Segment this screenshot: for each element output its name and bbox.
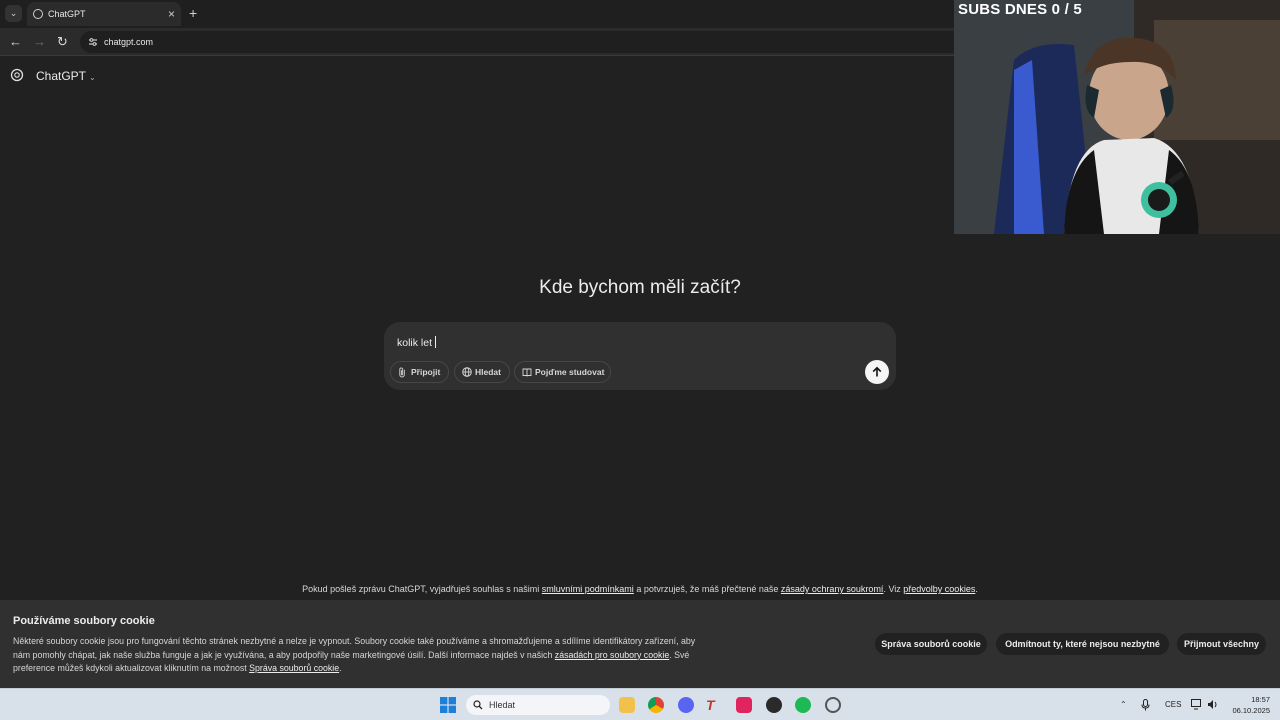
manage-cookies-button[interactable]: Správa souborů cookie (875, 633, 987, 655)
chevron-down-icon: ⌄ (89, 73, 96, 82)
tiktok-icon[interactable] (736, 697, 752, 713)
microphone-icon[interactable] (1141, 699, 1150, 711)
file-explorer-icon[interactable] (619, 697, 635, 713)
attach-label: Připojit (411, 367, 441, 377)
obs-icon[interactable] (766, 697, 782, 713)
prompt-composer: kolik let Připojit Hledat Pojďme studova… (384, 322, 896, 390)
accept-all-button[interactable]: Přijmout všechny (1177, 633, 1266, 655)
show-hidden-icons[interactable]: ⌃ (1120, 700, 1127, 709)
prompt-input[interactable]: kolik let (397, 336, 437, 349)
new-tab-button[interactable]: + (189, 5, 197, 21)
screen: ⌄ ChatGPT × + ← → ↻ chatgpt.com ChatGPT ⌄… (0, 0, 1280, 720)
prompt-input-text: kolik let (397, 337, 433, 349)
tab-search-button[interactable]: ⌄ (5, 5, 22, 22)
privacy-link[interactable]: zásady ochrany soukromí (781, 584, 884, 594)
spotify-icon[interactable] (795, 697, 811, 713)
back-icon[interactable]: ← (9, 34, 22, 50)
study-label: Pojďme studovat (535, 367, 605, 377)
webcam-feed-image (954, 0, 1280, 234)
paperclip-icon (399, 367, 405, 378)
terms-text-middle: a potvrzuješ, že máš přečtené naše (633, 584, 781, 594)
terms-notice: Pokud pošleš zprávu ChatGPT, vyjadřuješ … (0, 584, 1280, 594)
cookie-preferences-link[interactable]: předvolby cookies (903, 584, 975, 594)
forward-icon[interactable]: → (33, 34, 46, 50)
taskbar: Hledat T ⌃ CES 18:57 06.10.2025 (0, 688, 1280, 720)
clock-time: 18:57 (1251, 695, 1270, 704)
text-caret (435, 336, 437, 348)
clock-date: 06.10.2025 (1232, 706, 1270, 715)
search-icon (473, 700, 483, 710)
terms-text: Pokud pošleš zprávu ChatGPT, vyjadřuješ … (302, 584, 542, 594)
send-button[interactable] (865, 360, 889, 384)
system-clock[interactable]: 18:57 06.10.2025 (1226, 694, 1270, 716)
page-heading: Kde bychom měli začít? (539, 277, 741, 298)
settings-icon[interactable] (825, 697, 841, 713)
windows-start-icon[interactable] (440, 697, 456, 713)
reject-nonessential-button[interactable]: Odmítnout ty, které nejsou nezbytné (996, 633, 1169, 655)
study-button[interactable]: Pojďme studovat (514, 361, 611, 383)
volume-icon[interactable] (1207, 699, 1219, 710)
tab-title: ChatGPT (48, 9, 86, 19)
app-name: ChatGPT (36, 69, 87, 83)
network-icon[interactable] (1191, 699, 1203, 710)
cookie-text-part-3: . (339, 663, 342, 673)
chrome-icon[interactable] (648, 697, 664, 713)
model-selector[interactable]: ChatGPT ⌄ (36, 69, 96, 83)
cookie-banner-text: Některé soubory cookie jsou pro fungován… (13, 635, 703, 676)
globe-icon (462, 367, 472, 377)
typora-icon[interactable]: T (706, 697, 722, 713)
arrow-up-icon (872, 366, 882, 377)
search-button[interactable]: Hledat (454, 361, 510, 383)
url-text: chatgpt.com (104, 37, 154, 47)
site-info-icon[interactable] (88, 37, 98, 47)
reload-icon[interactable]: ↻ (57, 34, 68, 50)
browser-tab[interactable]: ChatGPT × (27, 2, 181, 26)
taskbar-search-placeholder: Hledat (489, 700, 516, 710)
attach-button[interactable]: Připojit (390, 361, 449, 383)
subs-counter: SUBS DNES 0 / 5 (958, 1, 1082, 18)
discord-icon[interactable] (678, 697, 694, 713)
book-icon (522, 368, 532, 377)
tab-close-icon[interactable]: × (168, 7, 175, 21)
openai-logo-icon (10, 68, 24, 82)
cookie-manage-link[interactable]: Správa souborů cookie (249, 663, 339, 673)
chatgpt-favicon-icon (33, 9, 43, 19)
terms-text-between: . Viz (883, 584, 904, 594)
cookie-banner-title: Používáme soubory cookie (13, 615, 155, 627)
terms-link[interactable]: smluvními podmínkami (542, 584, 634, 594)
language-indicator[interactable]: CES (1165, 700, 1181, 709)
terms-text-suffix: . (975, 584, 978, 594)
cookie-banner: Používáme soubory cookie Některé soubory… (0, 600, 1280, 688)
cookie-policy-link[interactable]: zásadách pro soubory cookie (555, 650, 669, 660)
taskbar-search[interactable]: Hledat (466, 695, 610, 715)
search-label: Hledat (475, 367, 501, 377)
webcam-overlay: SUBS DNES 0 / 5 (954, 0, 1280, 234)
